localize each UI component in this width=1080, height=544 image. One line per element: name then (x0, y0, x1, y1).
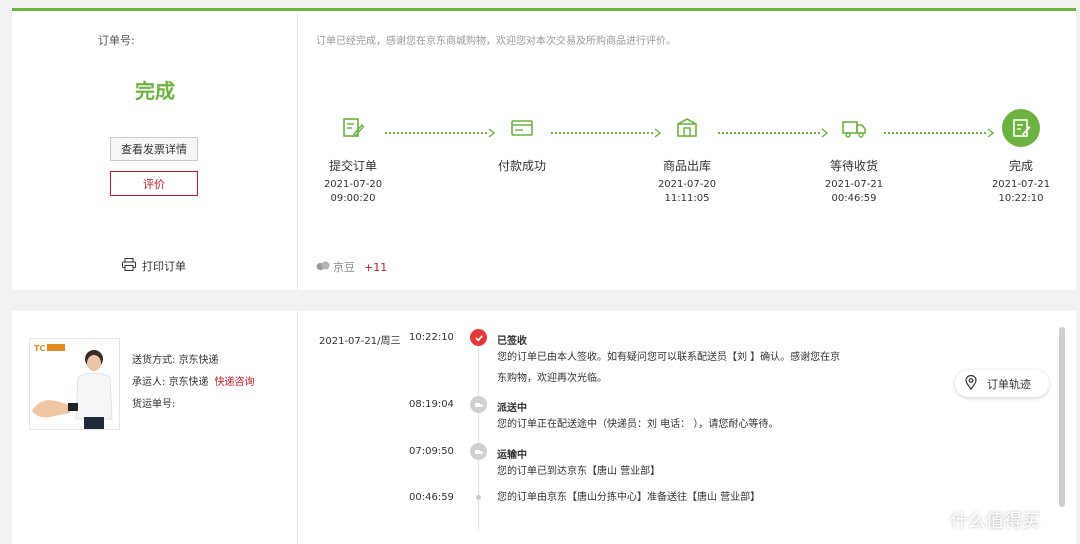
print-order-label: 打印订单 (142, 260, 186, 273)
timeline-time: 00:46:59 (409, 492, 454, 503)
timeline-date: 2021-07-21/周三 (319, 336, 401, 347)
thanks-message: 订单已经完成，感谢您在京东商城购物，欢迎您对本次交易及所购商品进行评价。 (316, 36, 676, 47)
step-date (467, 178, 577, 192)
step-warehouse-out: 商品出库 2021-07-20 11:11:05 (632, 109, 742, 206)
progress-connector (884, 128, 996, 138)
jd-bean-value: +11 (364, 260, 388, 274)
step-label: 商品出库 (662, 159, 711, 173)
step-date: 2021-07-20 11:11:05 (657, 179, 717, 204)
timeline-time: 10:22:10 (409, 332, 454, 343)
order-status-card: 订单号: 完成 查看发票详情 评价 打印订单 订单已经完成，感谢您在京东商城购物… (12, 8, 1076, 290)
timeline-text: 您的订单已到达京东【唐山 营业部】 (497, 466, 661, 477)
tracking-scrollbar[interactable] (1059, 327, 1065, 507)
step-date: 2021-07-21 10:22:10 (991, 179, 1051, 204)
tracking-timeline: 2021-07-21/周三 10:22:10 已签收 您的订单已由本人签收。如有… (299, 311, 959, 544)
step-payment: 付款成功 (467, 109, 577, 192)
step-label: 完成 (1008, 159, 1033, 173)
step-date: 2021-07-21 00:46:59 (824, 179, 884, 204)
timeline-text: 您的订单已由本人签收。如有疑问您可以联系配送员【刘 】确认。感谢您在京 东购物，欢… (497, 352, 841, 384)
step-label: 等待收货 (829, 159, 878, 173)
step-date: 2021-07-20 09:00:20 (323, 179, 383, 204)
timeline-dot (476, 495, 481, 500)
timeline-time: 07:09:50 (409, 446, 454, 457)
carrier-row: 承运人: 京东快递 快递咨询 (132, 377, 255, 388)
progress-connector (385, 128, 497, 138)
truck-icon (835, 109, 873, 147)
delivery-icon (470, 396, 487, 413)
order-number-label: 订单号: (98, 34, 135, 47)
timeline-line (478, 341, 479, 531)
jd-bean-label: 京豆 (333, 261, 355, 274)
order-track-label: 订单轨迹 (987, 377, 1031, 391)
order-track-button[interactable]: 订单轨迹 (955, 370, 1049, 397)
step-submit-order: 提交订单 2021-07-20 09:00:20 (298, 109, 408, 206)
transport-icon (470, 443, 487, 460)
order-progress-panel: 订单已经完成，感谢您在京东商城购物，欢迎您对本次交易及所购商品进行评价。 提交订… (299, 11, 1076, 290)
shipping-details: 送货方式: 京东快递 承运人: 京东快递 快递咨询 货运单号: (132, 350, 255, 416)
progress-connector (718, 128, 830, 138)
timeline-text: 您的订单由京东【唐山分拣中心】准备送往【唐山 营业部】 (497, 492, 761, 503)
timeline-time: 08:19:04 (409, 399, 454, 410)
jd-bean-reward: 京豆 +11 (316, 259, 387, 275)
order-summary-panel: 订单号: 完成 查看发票详情 评价 打印订单 (12, 11, 298, 290)
review-button[interactable]: 评价 (110, 171, 198, 196)
order-status-text: 完成 (135, 79, 175, 103)
location-pin-icon (965, 374, 977, 393)
tracking-number-row: 货运单号: (132, 399, 176, 410)
step-complete: 完成 2021-07-21 10:22:10 (966, 109, 1076, 206)
courier-thumbnail: TC (29, 338, 120, 430)
step-awaiting-delivery: 等待收货 2021-07-21 00:46:59 (799, 109, 909, 206)
watermark-text: 什么值得买 (950, 510, 1040, 532)
courier-inquiry-link[interactable]: 快递咨询 (215, 377, 255, 388)
step-label: 付款成功 (497, 159, 546, 173)
payment-icon (503, 109, 541, 147)
shipping-method-row: 送货方式: 京东快递 (132, 355, 219, 366)
timeline-title: 派送中 (497, 403, 527, 414)
watermark-logo-icon (916, 503, 944, 536)
jd-bean-icon (316, 260, 330, 274)
view-invoice-button[interactable]: 查看发票详情 (110, 137, 198, 161)
timeline-title: 运输中 (497, 450, 527, 461)
shipping-info-panel: TC 送货方式: 京东快递 承运人: 京东快递 快递咨询 货运单号: (12, 311, 298, 544)
print-order-link[interactable]: 打印订单 (122, 258, 186, 274)
submit-order-icon (334, 109, 372, 147)
timeline-title: 已签收 (497, 336, 527, 347)
check-icon (470, 329, 487, 346)
svg-text:TC: TC (34, 344, 45, 353)
timeline-text: 您的订单正在配送途中（快递员：刘 电话： ），请您耐心等待。 (497, 419, 779, 430)
warehouse-out-icon (668, 109, 706, 147)
watermark: 什么值得买 (916, 503, 1040, 536)
complete-icon (1002, 109, 1040, 147)
step-label: 提交订单 (328, 159, 377, 173)
progress-connector (551, 128, 663, 138)
printer-icon (122, 258, 136, 274)
